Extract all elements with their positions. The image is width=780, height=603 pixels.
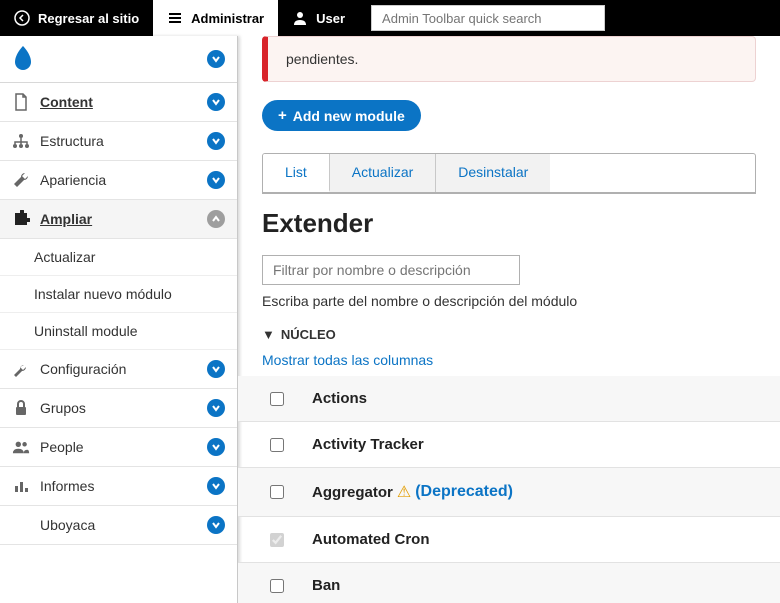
main-content: pendientes. + Add new module List Actual…: [238, 36, 780, 603]
user-label: User: [316, 11, 345, 26]
people-icon: [12, 438, 30, 456]
sidebar-item-config[interactable]: Configuración: [0, 350, 237, 389]
admin-toolbar: Regresar al sitio Administrar User: [0, 0, 780, 36]
section-label: NÚCLEO: [281, 327, 336, 342]
alert-text: pendientes.: [286, 51, 358, 67]
hamburger-icon: [167, 10, 183, 26]
add-module-label: Add new module: [293, 108, 405, 124]
chevron-down-icon: [207, 477, 225, 495]
caret-down-icon: ▼: [262, 327, 275, 342]
sidebar-item-uboyaca[interactable]: Uboyaca: [0, 506, 237, 545]
structure-icon: [12, 132, 30, 150]
sidebar-item-content[interactable]: Content: [0, 83, 237, 122]
admin-sidebar: Content Estructura Apariencia Ampliar: [0, 36, 238, 603]
wrench-icon: [12, 171, 30, 189]
deprecated-label: (Deprecated): [415, 483, 513, 501]
tab-list[interactable]: List: [263, 154, 330, 192]
sidebar-item-ampliar[interactable]: Ampliar: [0, 200, 237, 239]
sidebar-item-apariencia[interactable]: Apariencia: [0, 161, 237, 200]
back-to-site[interactable]: Regresar al sitio: [0, 0, 153, 36]
toolbar-search-input[interactable]: [371, 5, 605, 31]
user-menu[interactable]: User: [278, 0, 359, 36]
lock-icon: [12, 399, 30, 417]
module-name: Aggregator: [312, 484, 393, 501]
sidebar-item-grupos[interactable]: Grupos: [0, 389, 237, 428]
module-checkbox[interactable]: [270, 485, 284, 499]
sidebar-item-label: Ampliar: [40, 211, 92, 227]
user-icon: [292, 10, 308, 26]
module-row: Activity Tracker: [238, 422, 780, 468]
drupal-icon: [12, 46, 34, 72]
module-list: Actions Activity Tracker Aggregator ⚠ (Dep…: [238, 376, 780, 603]
chevron-down-icon: [207, 132, 225, 150]
sidebar-item-label: Estructura: [40, 133, 104, 149]
module-name: Automated Cron: [312, 531, 430, 548]
sidebar-item-label: Uboyaca: [40, 517, 95, 533]
bar-chart-icon: [12, 477, 30, 495]
module-row: Aggregator ⚠ (Deprecated): [238, 468, 780, 517]
sidebar-item-people[interactable]: People: [0, 428, 237, 467]
sidebar-sub-instalar[interactable]: Instalar nuevo módulo: [0, 276, 237, 313]
filter-input[interactable]: [262, 255, 520, 285]
section-nucleo[interactable]: ▼ NÚCLEO: [262, 327, 756, 342]
page-title: Extender: [262, 208, 756, 239]
file-icon: [12, 93, 30, 111]
sidebar-item-label: Content: [40, 94, 93, 110]
sidebar-item-label: Grupos: [40, 400, 86, 416]
chevron-down-icon: [207, 360, 225, 378]
module-checkbox[interactable]: [270, 392, 284, 406]
chevron-down-icon: [207, 399, 225, 417]
sidebar-item-label: People: [40, 439, 84, 455]
module-name: Activity Tracker: [312, 436, 424, 453]
module-checkbox[interactable]: [270, 438, 284, 452]
add-module-button[interactable]: + Add new module: [262, 100, 421, 131]
sidebar-item-estructura[interactable]: Estructura: [0, 122, 237, 161]
gear-icon: [12, 360, 30, 378]
toolbar-search: [371, 5, 605, 31]
blank-icon: [12, 516, 30, 534]
plus-icon: +: [278, 107, 287, 124]
sidebar-sub-uninstall[interactable]: Uninstall module: [0, 313, 237, 350]
module-name: Actions: [312, 390, 367, 407]
tab-underline: [262, 193, 756, 194]
sidebar-item-informes[interactable]: Informes: [0, 467, 237, 506]
error-alert: pendientes.: [262, 36, 756, 82]
chevron-down-icon: [207, 50, 225, 68]
chevron-down-icon: [207, 516, 225, 534]
module-row: Ban: [238, 563, 780, 603]
module-row: Automated Cron: [238, 517, 780, 563]
tabs: List Actualizar Desinstalar: [262, 153, 756, 193]
sidebar-item-label: Informes: [40, 478, 94, 494]
module-row: Actions: [238, 376, 780, 422]
show-all-columns[interactable]: Mostrar todas las columnas: [262, 352, 433, 368]
chevron-down-icon: [207, 171, 225, 189]
warning-icon: ⚠: [397, 482, 411, 502]
sidebar-item-label: Apariencia: [40, 172, 106, 188]
module-checkbox[interactable]: [270, 579, 284, 593]
tab-actualizar[interactable]: Actualizar: [330, 154, 436, 192]
sidebar-sub-actualizar[interactable]: Actualizar: [0, 239, 237, 276]
back-label: Regresar al sitio: [38, 11, 139, 26]
chevron-down-icon: [207, 438, 225, 456]
sidebar-item-label: Configuración: [40, 361, 126, 377]
puzzle-icon: [12, 210, 30, 228]
filter-help: Escriba parte del nombre o descripción d…: [262, 293, 756, 309]
chevron-down-icon: [207, 93, 225, 111]
back-icon: [14, 10, 30, 26]
logo-row[interactable]: [0, 36, 237, 83]
module-name: Ban: [312, 577, 340, 594]
module-checkbox: [270, 533, 284, 547]
manage-label: Administrar: [191, 11, 264, 26]
filter-wrapper: [262, 255, 756, 285]
tab-desinstalar[interactable]: Desinstalar: [436, 154, 550, 192]
manage-toggle[interactable]: Administrar: [153, 0, 278, 36]
chevron-up-icon: [207, 210, 225, 228]
